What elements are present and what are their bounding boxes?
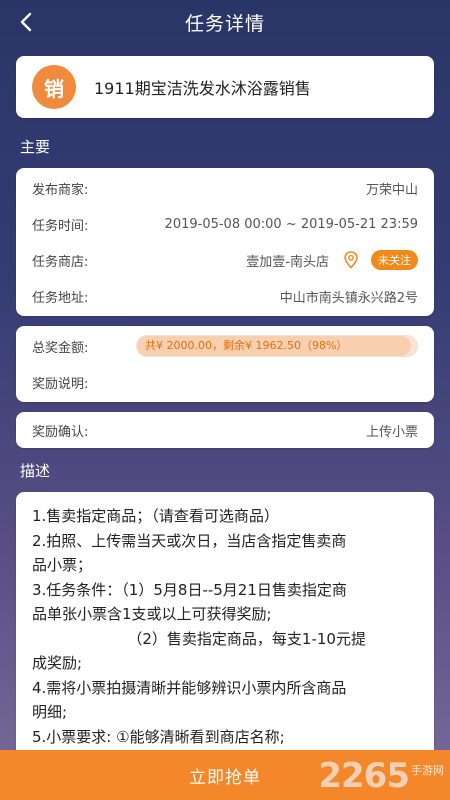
total-reward-label: 总奖金额: [32, 340, 89, 356]
page-title: 任务详情 [184, 12, 265, 35]
reward-progress-text: 共¥ 2000.00，剩余¥ 1962.50（98%） [145, 339, 348, 352]
description-line: 明细; [32, 703, 68, 721]
reward-confirm-label: 奖励确认: [32, 424, 89, 440]
time-value: 2019-05-08 00:00 ~ 2019-05-21 23:59 [164, 216, 418, 232]
reward-desc-row: 奖励说明: [16, 364, 434, 400]
section-main-title: 主要 [20, 137, 51, 156]
description-line: 2.拍照、上传需当天或次日，当店含指定售卖商 [32, 531, 347, 550]
description-line: 3.任务条件：（1）5月8日--5月21日售卖指定商 [32, 580, 347, 599]
description-line: 品小票； [32, 556, 93, 574]
watermark-domain: 手游网 [411, 764, 444, 777]
description-line: 1.售卖指定商品；（请查看可选商品） [32, 507, 279, 525]
task-name: 1911期宝洁洗发水沐浴露销售 [94, 79, 311, 98]
description-line: 5.小票要求: ①能够清晰看到商店名称; [32, 727, 285, 746]
description-card: 1.售卖指定商品；（请查看可选商品） 2.拍照、上传需当天或次日，当店含指定售卖商… [16, 492, 434, 752]
reward-confirm-card: 奖励确认: 上传小票 [16, 412, 434, 448]
task-summary-card: 销 1911期宝洁洗发水沐浴露销售 [16, 56, 434, 118]
reward-card: 总奖金额: 共¥ 2000.00，剩余¥ 1962.50（98%） 奖励说明: [16, 326, 434, 402]
reward-confirm-value: 上传小票 [365, 424, 418, 440]
time-row: 任务时间: 2019-05-08 00:00 ~ 2019-05-21 23:5… [16, 206, 434, 242]
watermark-number: 2265 [318, 756, 410, 796]
section-description-title: 描述 [20, 461, 51, 480]
merchant-row: 发布商家: 万荣中山 [16, 170, 434, 206]
reward-confirm-row: 奖励确认: 上传小票 [16, 412, 434, 448]
follow-button[interactable]: 未关注 [371, 250, 418, 270]
merchant-value: 万荣中山 [365, 182, 418, 198]
address-row: 任务地址: 中山市南头镇永兴路2号 [16, 278, 434, 314]
description-line: 品单张小票含1支或以上可获得奖励; [32, 605, 272, 623]
description-line: 成奖励; [32, 654, 83, 672]
chevron-left-icon [20, 12, 32, 32]
total-reward-row: 总奖金额: 共¥ 2000.00，剩余¥ 1962.50（98%） [16, 328, 434, 364]
shop-value[interactable]: 壹加壹-南头店 [246, 251, 329, 270]
shop-right: 壹加壹-南头店 未关注 [246, 250, 418, 270]
address-label: 任务地址: [32, 290, 89, 306]
back-button[interactable] [12, 8, 40, 36]
time-label: 任务时间: [32, 218, 89, 234]
location-pin-icon[interactable] [343, 251, 359, 269]
description-line: 4.需将小票拍摄清晰并能够辨识小票内所含商品 [32, 678, 347, 697]
shop-label: 任务商店: [32, 254, 89, 270]
merchant-label: 发布商家: [32, 182, 89, 198]
address-value: 中山市南头镇永兴路2号 [279, 290, 418, 306]
watermark-logo: 2265 手游网 [318, 756, 444, 796]
main-info-card: 发布商家: 万荣中山 任务时间: 2019-05-08 00:00 ~ 2019… [16, 168, 434, 316]
reward-desc-label: 奖励说明: [32, 376, 89, 392]
top-bar: 任务详情 [0, 0, 450, 44]
shop-row: 任务商店: 壹加壹-南头店 未关注 [16, 242, 434, 278]
sales-badge-icon: 销 [32, 65, 76, 109]
description-line: （2）售卖指定商品，每支1-10元提 [32, 629, 366, 648]
reward-progress-bar: 共¥ 2000.00，剩余¥ 1962.50（98%） [136, 335, 418, 357]
